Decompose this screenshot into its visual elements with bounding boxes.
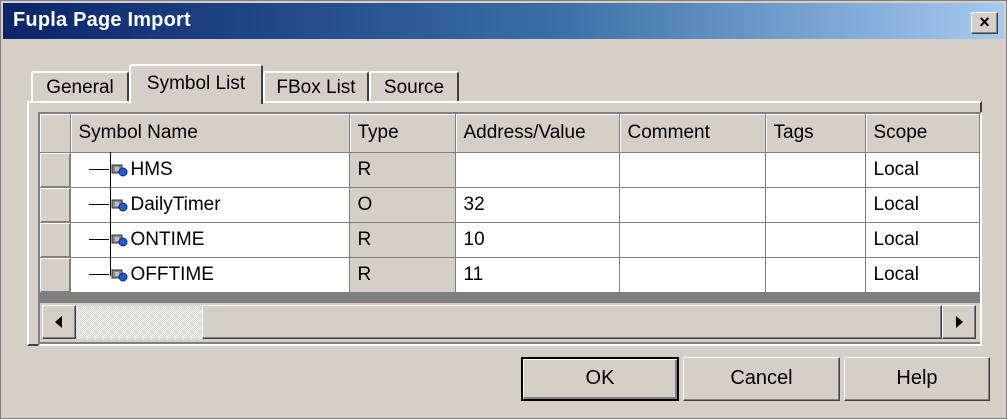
type-cell[interactable]: R xyxy=(349,152,456,188)
tab-general-label: General xyxy=(46,77,114,98)
address-cell[interactable] xyxy=(455,152,620,188)
row-selector[interactable] xyxy=(40,187,71,223)
header-row: Symbol Name Type Address/Value Comment T… xyxy=(40,114,980,153)
symbol-grid[interactable]: Symbol Name Type Address/Value Comment T… xyxy=(38,112,982,346)
table-row[interactable]: DailyTimer O 32 Local xyxy=(40,187,980,223)
arrow-right-icon xyxy=(956,316,963,328)
scope-cell[interactable]: Local xyxy=(865,222,980,258)
address-cell[interactable]: 11 xyxy=(455,257,620,293)
col-header-comment[interactable]: Comment xyxy=(619,114,766,153)
title-bar[interactable]: Fupla Page Import × xyxy=(3,3,1004,39)
dialog-window: Fupla Page Import × General Symbol List … xyxy=(0,0,1007,419)
symbol-name-cell[interactable]: DailyTimer xyxy=(70,187,350,223)
tags-cell[interactable] xyxy=(765,152,866,188)
scroll-thumb[interactable] xyxy=(202,305,942,339)
horizontal-scrollbar[interactable] xyxy=(40,303,980,342)
type-cell[interactable]: O xyxy=(349,187,456,223)
address-cell[interactable]: 32 xyxy=(455,187,620,223)
tags-cell[interactable] xyxy=(765,257,866,293)
tab-symbol-list-label: Symbol List xyxy=(146,73,246,94)
ok-button[interactable]: OK xyxy=(521,357,679,401)
col-header-symbol-name[interactable]: Symbol Name xyxy=(70,114,350,153)
symbol-name-text: ONTIME xyxy=(130,228,205,250)
row-selector[interactable] xyxy=(40,222,71,258)
symbol-name-cell[interactable]: HMS xyxy=(70,152,350,188)
symbol-name-text: DailyTimer xyxy=(130,193,221,215)
symbol-name-text: HMS xyxy=(130,158,173,180)
type-cell[interactable]: R xyxy=(349,222,456,258)
comment-cell[interactable] xyxy=(619,152,766,188)
help-button-label: Help xyxy=(896,367,938,389)
ok-button-label: OK xyxy=(585,367,615,389)
tree-connector xyxy=(88,168,109,170)
table-row[interactable]: OFFTIME R 11 Local xyxy=(40,257,980,293)
row-selector[interactable] xyxy=(40,152,71,188)
symbol-name-cell[interactable]: OFFTIME xyxy=(70,257,350,293)
close-button[interactable]: × xyxy=(971,12,998,34)
tab-general[interactable]: General xyxy=(31,71,129,103)
arrow-left-icon xyxy=(55,316,62,328)
comment-cell[interactable] xyxy=(619,187,766,223)
symbol-icon xyxy=(111,164,127,177)
symbol-name-cell[interactable]: ONTIME xyxy=(70,222,350,258)
tree-connector xyxy=(88,203,109,205)
cancel-button-label: Cancel xyxy=(730,367,793,389)
col-header-type[interactable]: Type xyxy=(349,114,456,153)
scope-cell[interactable]: Local xyxy=(865,257,980,293)
close-icon: × xyxy=(979,12,990,32)
symbol-icon xyxy=(111,234,127,247)
type-cell[interactable]: R xyxy=(349,257,456,293)
tags-cell[interactable] xyxy=(765,222,866,258)
comment-cell[interactable] xyxy=(619,222,766,258)
symbol-icon xyxy=(111,199,127,212)
col-header-scope[interactable]: Scope xyxy=(865,114,980,153)
help-button[interactable]: Help xyxy=(844,357,990,401)
window-title: Fupla Page Import xyxy=(13,9,191,31)
address-cell[interactable]: 10 xyxy=(455,222,620,258)
tree-vertical-line xyxy=(110,152,111,276)
tags-cell[interactable] xyxy=(765,187,866,223)
cancel-button[interactable]: Cancel xyxy=(683,357,840,401)
tab-source-label: Source xyxy=(383,77,445,98)
symbol-name-text: OFFTIME xyxy=(130,263,214,285)
symbol-icon xyxy=(111,269,127,282)
table-row[interactable]: ONTIME R 10 Local xyxy=(40,222,980,258)
row-header-corner xyxy=(40,114,71,153)
symbol-table: Symbol Name Type Address/Value Comment T… xyxy=(40,114,980,293)
tree-connector xyxy=(88,273,109,275)
scope-cell[interactable]: Local xyxy=(865,152,980,188)
row-selector[interactable] xyxy=(40,257,71,293)
tree-connector xyxy=(88,238,109,240)
scope-cell[interactable]: Local xyxy=(865,187,980,223)
tab-source[interactable]: Source xyxy=(369,71,459,103)
comment-cell[interactable] xyxy=(619,257,766,293)
tab-fbox-list[interactable]: FBox List xyxy=(263,71,369,103)
scroll-right-button[interactable] xyxy=(942,305,976,339)
scroll-left-button[interactable] xyxy=(42,305,76,339)
table-row[interactable]: HMS R Local xyxy=(40,152,980,188)
tab-symbol-list[interactable]: Symbol List xyxy=(129,64,263,104)
col-header-address[interactable]: Address/Value xyxy=(455,114,620,153)
tab-fbox-list-label: FBox List xyxy=(276,77,356,98)
col-header-tags[interactable]: Tags xyxy=(765,114,866,153)
